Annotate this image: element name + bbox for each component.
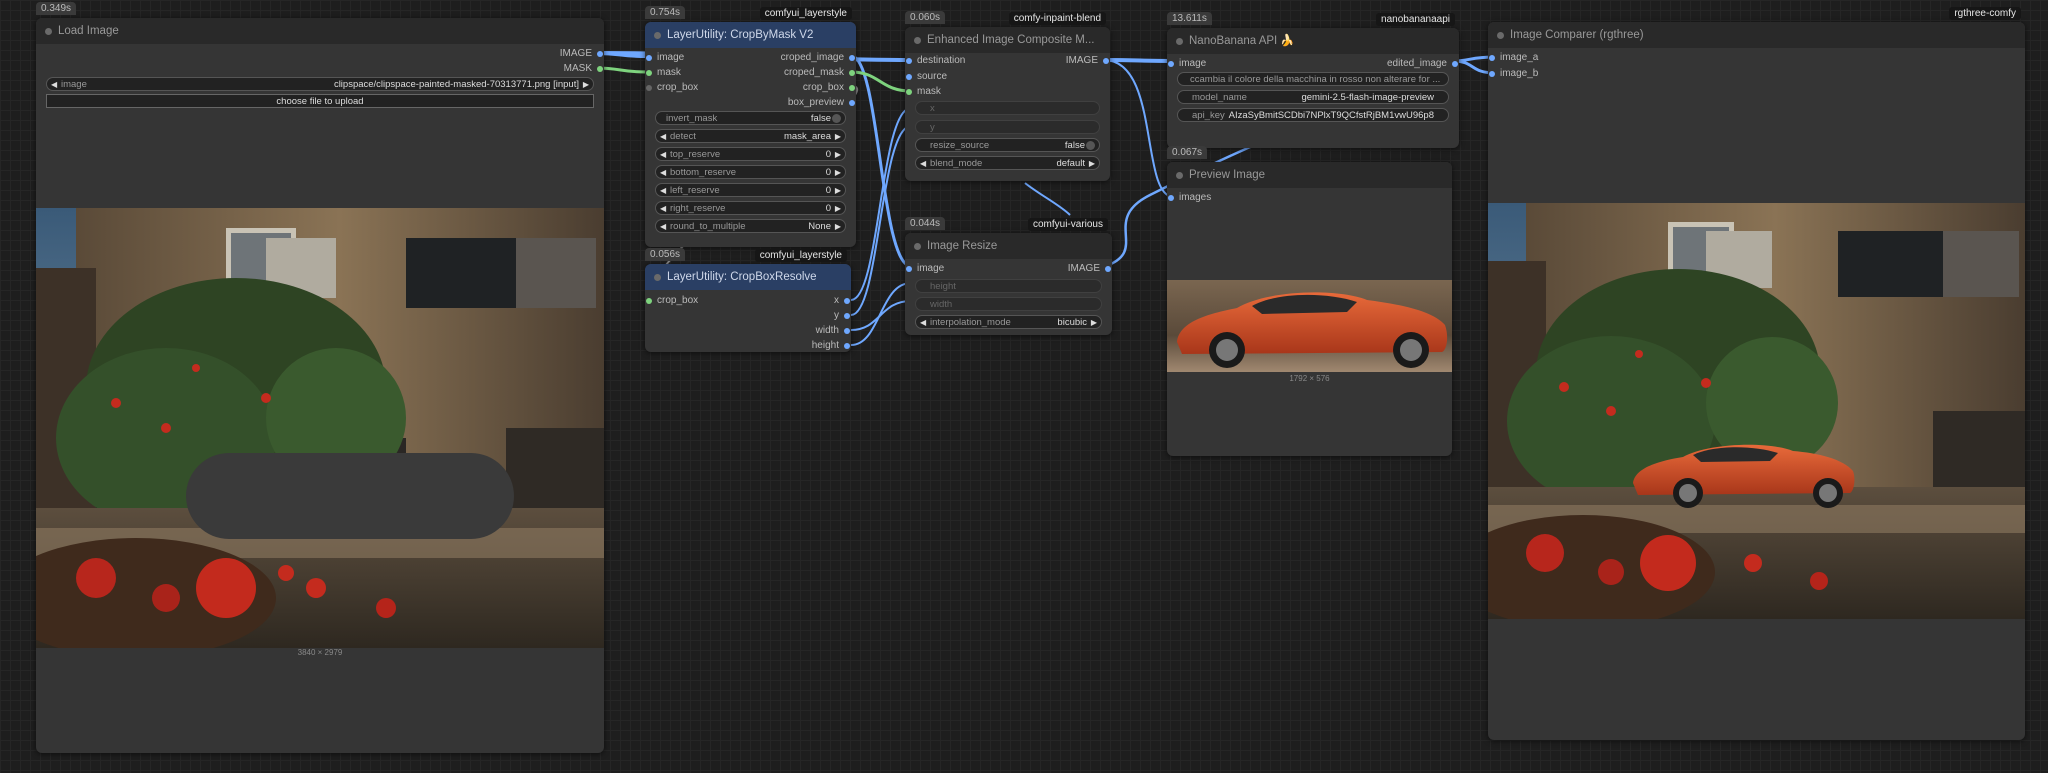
package-badge: rgthree-comfy (1949, 7, 2021, 20)
execution-time: 0.349s (36, 2, 77, 15)
image-comparer-node[interactable]: rgthree-comfy Image Comparer (rgthree) i… (1488, 7, 2025, 740)
package-badge: comfyui_layerstyle (759, 7, 852, 20)
output-height[interactable]: height (812, 340, 851, 351)
loaded-image-preview (36, 208, 604, 648)
right-reserve-number[interactable]: ◀ right_reserve 0 ▶ (655, 201, 846, 215)
execution-time: 0.056s (645, 248, 686, 261)
node-title[interactable]: Load Image (36, 18, 604, 44)
collapse-dot-icon[interactable] (45, 28, 52, 35)
crop-box-resolve-node[interactable]: 0.056s comfyui_layerstyle LayerUtility: … (645, 248, 851, 352)
node-title[interactable]: Image Resize (905, 233, 1112, 259)
preview-car-image (1167, 280, 1452, 372)
package-badge: comfyui_layerstyle (754, 249, 847, 262)
package-badge: comfy-inpaint-blend (1008, 12, 1106, 25)
bottom-reserve-number[interactable]: ◀ bottom_reserve 0 ▶ (655, 165, 846, 179)
width-converted-widget[interactable]: width (915, 297, 1102, 311)
output-crop-box[interactable]: crop_box (803, 82, 856, 93)
wire-width-to-resize (850, 300, 912, 331)
output-width[interactable]: width (816, 325, 851, 336)
prompt-text-widget[interactable]: ccambia il colore della macchina in ross… (1177, 72, 1449, 86)
blend-mode-combo[interactable]: ◀ blend_mode default ▶ (915, 156, 1100, 170)
enhanced-composite-node[interactable]: 0.060s comfy-inpaint-blend Enhanced Imag… (905, 11, 1110, 181)
interpolation-mode-combo[interactable]: ◀ interpolation_mode bicubic ▶ (915, 315, 1102, 329)
arrow-left-icon: ◀ (51, 80, 58, 89)
wire-composite-to-resize-dim (1024, 182, 1071, 216)
execution-time: 0.754s (645, 6, 686, 19)
comparer-image-preview[interactable] (1488, 203, 2025, 619)
nanobanana-api-node[interactable]: 13.611s nanobananaapi NanoBanana API 🍌 i… (1167, 12, 1459, 148)
top-reserve-number[interactable]: ◀ top_reserve 0 ▶ (655, 147, 846, 161)
detect-combo[interactable]: ◀ detect mask_area ▶ (655, 129, 846, 143)
input-images[interactable]: images (1167, 192, 1211, 203)
height-converted-widget[interactable]: height (915, 279, 1102, 293)
output-y[interactable]: y (834, 310, 851, 321)
wire-croped-mask-to-mask (850, 70, 912, 93)
left-reserve-number[interactable]: ◀ left_reserve 0 ▶ (655, 183, 846, 197)
crop-by-mask-node[interactable]: 0.754s comfyui_layerstyle LayerUtility: … (645, 6, 856, 247)
output-mask[interactable]: MASK (564, 63, 604, 74)
input-mask[interactable]: mask (645, 67, 681, 78)
upload-button[interactable]: choose file to upload (46, 94, 594, 108)
package-badge: nanobananaapi (1376, 13, 1455, 26)
output-croped-image[interactable]: croped_image (781, 52, 856, 63)
arrow-right-icon: ▶ (582, 80, 589, 89)
input-image-b[interactable]: image_b (1488, 68, 1538, 79)
invert-mask-toggle[interactable]: invert_mask false (655, 111, 846, 125)
node-title[interactable]: Image Comparer (rgthree) (1488, 22, 2025, 48)
input-image[interactable]: image (1167, 58, 1206, 69)
wire-to-preview (1103, 59, 1174, 198)
load-image-node[interactable]: 0.349s Load Image IMAGE MASK ◀ image cli… (36, 2, 604, 753)
output-box-preview[interactable]: box_preview (788, 97, 856, 108)
round-to-multiple-combo[interactable]: ◀ round_to_multiple None ▶ (655, 219, 846, 233)
resize-source-toggle[interactable]: resize_source false (915, 138, 1100, 152)
input-destination[interactable]: destination (905, 55, 965, 66)
execution-time: 13.611s (1167, 12, 1212, 25)
node-title[interactable]: NanoBanana API 🍌 (1167, 28, 1459, 54)
preview-image-node[interactable]: 0.067s Preview Image images 1792 × 576 (1167, 146, 1452, 456)
image-dimensions-label: 3840 × 2979 (297, 648, 343, 657)
input-source[interactable]: source (905, 71, 947, 82)
output-image[interactable]: IMAGE (560, 48, 604, 59)
image-resize-node[interactable]: 0.044s comfyui-various Image Resize imag… (905, 217, 1112, 335)
package-badge: comfyui-various (1027, 218, 1108, 231)
input-image[interactable]: image (905, 263, 944, 274)
execution-time: 0.044s (905, 217, 946, 230)
node-title[interactable]: LayerUtility: CropBoxResolve (645, 264, 851, 290)
execution-time: 0.067s (1167, 146, 1208, 159)
wire-y-to-composite (850, 125, 912, 316)
image-dimensions-label: 1792 × 576 (1289, 374, 1330, 383)
wire-x-to-composite (850, 107, 912, 301)
x-converted-widget[interactable]: x (915, 101, 1100, 115)
wire-mask-to-cropbymask (596, 66, 648, 74)
api-key-widget[interactable]: api_key AIzaSyBmitSCDbi7NPlxT9QCfstRjBM1v… (1177, 108, 1449, 122)
image-select-widget[interactable]: ◀ image clipspace/clipspace-painted-mask… (46, 77, 594, 91)
node-title[interactable]: LayerUtility: CropByMask V2 (645, 22, 856, 48)
output-edited-image[interactable]: edited_image (1387, 58, 1459, 69)
output-x[interactable]: x (834, 295, 851, 306)
execution-time: 0.060s (905, 11, 946, 24)
output-image[interactable]: IMAGE (1068, 263, 1112, 274)
input-image-a[interactable]: image_a (1488, 52, 1538, 63)
output-croped-mask[interactable]: croped_mask (784, 67, 856, 78)
wire-image-to-nanobanana (1103, 58, 1174, 63)
input-crop-box[interactable]: crop_box (645, 295, 698, 306)
input-image[interactable]: image (645, 52, 684, 63)
wire-croped-image-to-resize (850, 54, 912, 268)
node-title[interactable]: Enhanced Image Composite M... (905, 27, 1110, 53)
output-image[interactable]: IMAGE (1066, 55, 1110, 66)
model-name-widget[interactable]: model_name gemini-2.5-flash-image-preview (1177, 90, 1449, 104)
wire-height-to-resize (850, 282, 912, 346)
input-mask[interactable]: mask (905, 86, 941, 97)
input-crop-box[interactable]: crop_box (645, 82, 698, 93)
wire-image-to-cropbymask (596, 51, 648, 58)
node-title[interactable]: Preview Image (1167, 162, 1452, 188)
y-converted-widget[interactable]: y (915, 120, 1100, 134)
